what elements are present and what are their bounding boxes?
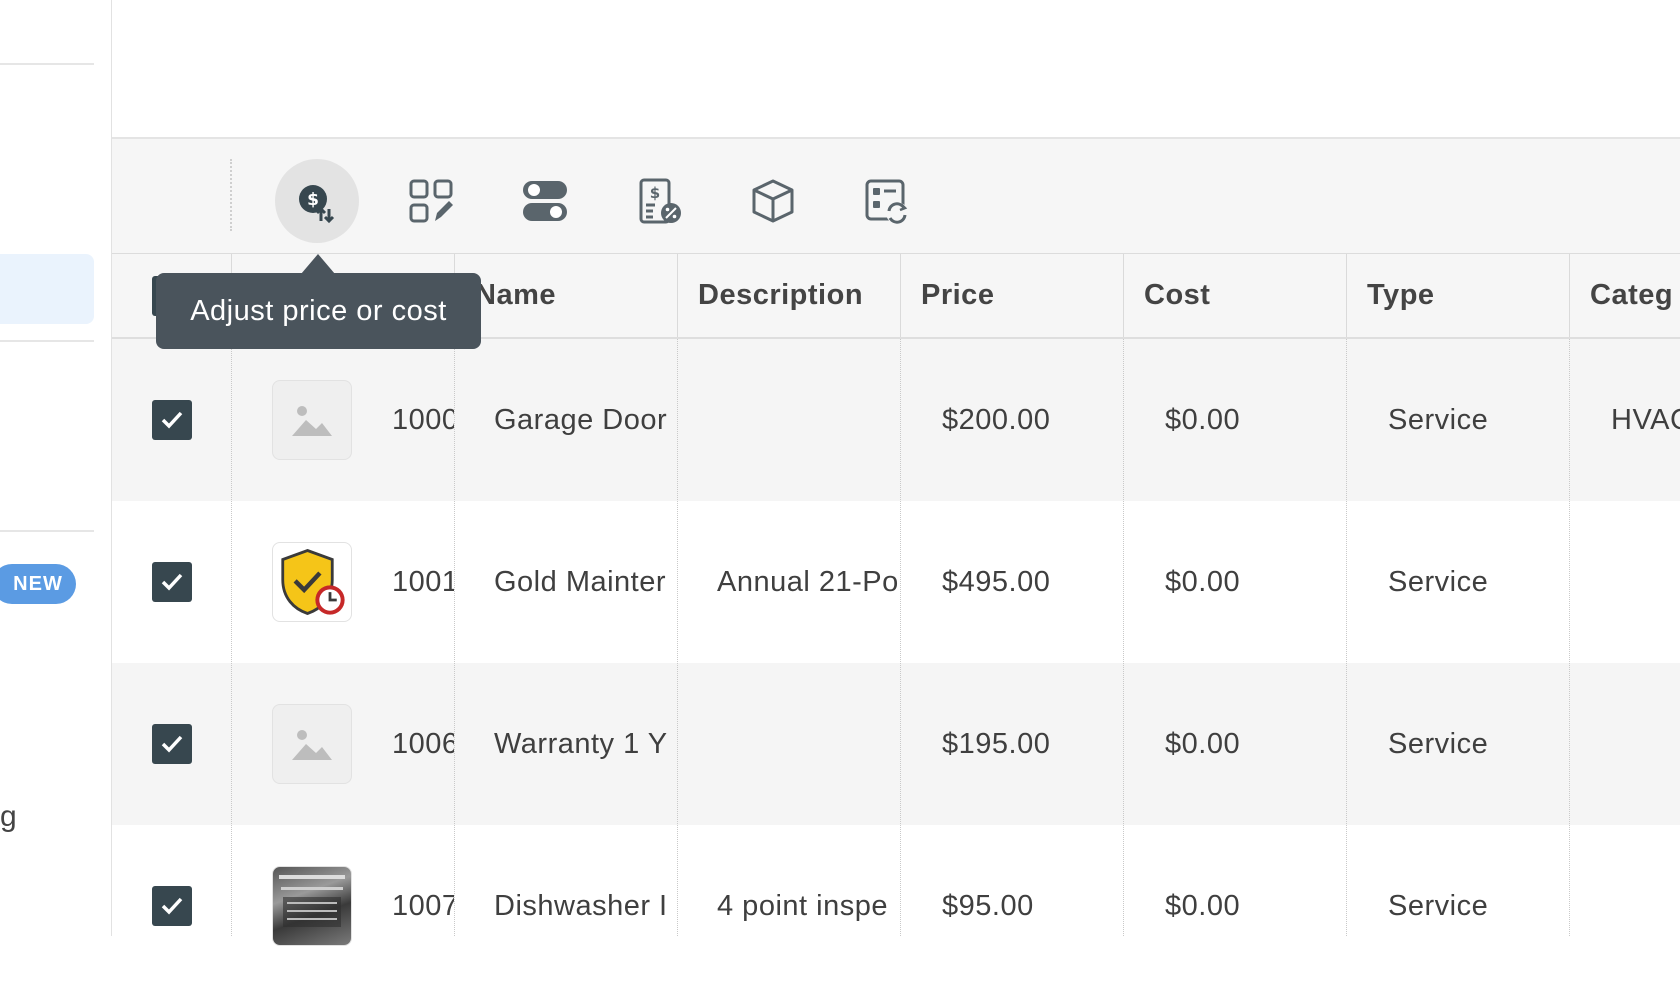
table-row[interactable]: 1001 Gold Mainter Annual 21-Po $495.00 $… <box>112 501 1680 663</box>
adjust-price-icon: $ <box>299 185 335 224</box>
image-placeholder-icon <box>272 380 352 460</box>
item-category <box>1611 663 1680 825</box>
column-divider <box>231 339 232 936</box>
svg-text:$: $ <box>650 184 660 202</box>
item-type: Service <box>1388 889 1489 922</box>
table-row[interactable]: 1007 Dishwasher I 4 point inspe $95.00 $… <box>112 825 1680 987</box>
adjust-price-tooltip: Adjust price or cost <box>156 273 481 349</box>
item-description <box>717 663 900 825</box>
toggle-icon <box>523 181 567 221</box>
item-name: Gold Mainter <box>494 565 667 598</box>
svg-text:$: $ <box>307 190 319 210</box>
column-divider <box>1123 339 1124 936</box>
sidebar-item-active[interactable] <box>0 254 94 324</box>
column-divider <box>1569 339 1570 936</box>
sidebar-divider <box>0 63 94 65</box>
new-badge: NEW <box>0 564 76 604</box>
item-type: Service <box>1388 403 1489 436</box>
image-placeholder-icon <box>272 704 352 784</box>
price-column-header[interactable]: Price <box>900 254 1123 337</box>
grid-edit-icon <box>409 179 453 223</box>
item-description: 4 point inspe <box>717 889 888 922</box>
name-column-header[interactable]: Name <box>454 254 677 337</box>
item-name: Warranty 1 Y <box>494 727 668 760</box>
price-list-button[interactable]: $ <box>617 159 701 243</box>
toggle-status-button[interactable] <box>503 159 587 243</box>
item-number: 1001 <box>392 565 454 598</box>
adjust-price-button[interactable]: $ <box>275 159 359 243</box>
item-price: $200.00 <box>942 403 1051 436</box>
table-row[interactable]: 1006 Warranty 1 Y $195.00 $0.00 Service <box>112 663 1680 825</box>
item-number: 1000 <box>392 403 454 436</box>
item-image <box>272 501 352 663</box>
items-table: Name Description Price Cost Type Categ 1… <box>112 254 1680 987</box>
row-checkbox[interactable] <box>152 501 192 663</box>
inventory-button[interactable] <box>731 159 815 243</box>
item-image <box>272 339 352 501</box>
description-column-header[interactable]: Description <box>677 254 900 337</box>
price-list-percent-icon: $ <box>639 178 681 224</box>
cost-column-header[interactable]: Cost <box>1123 254 1346 337</box>
item-description <box>717 339 900 501</box>
sidebar: NEW g <box>0 0 112 936</box>
sync-list-button[interactable] <box>845 159 929 243</box>
item-cost: $0.00 <box>1165 889 1241 922</box>
table-row[interactable]: 1000 Garage Door $200.00 $0.00 Service H… <box>112 339 1680 501</box>
item-name: Garage Door <box>494 403 668 436</box>
item-category <box>1611 825 1680 987</box>
item-cost: $0.00 <box>1165 403 1241 436</box>
item-cost: $0.00 <box>1165 565 1241 598</box>
dishwasher-photo <box>272 866 352 946</box>
sidebar-divider <box>0 340 94 342</box>
page-header <box>112 0 1680 139</box>
bulk-edit-button[interactable] <box>389 159 473 243</box>
row-checkbox[interactable] <box>152 825 192 987</box>
column-divider <box>900 339 901 936</box>
item-category <box>1611 501 1680 663</box>
bulk-action-toolbar: $ $ <box>112 139 1680 254</box>
type-column-header[interactable]: Type <box>1346 254 1569 337</box>
item-image <box>272 825 352 987</box>
item-price: $195.00 <box>942 727 1051 760</box>
item-cost: $0.00 <box>1165 727 1241 760</box>
item-category: HVAC <box>1611 403 1680 436</box>
item-number: 1006 <box>392 727 454 760</box>
item-image <box>272 663 352 825</box>
row-checkbox[interactable] <box>152 339 192 501</box>
tooltip-arrow <box>301 254 335 274</box>
toolbar-divider <box>230 159 232 231</box>
list-sync-icon <box>865 179 908 224</box>
item-price: $95.00 <box>942 889 1034 922</box>
column-divider <box>454 339 455 936</box>
item-type: Service <box>1388 727 1489 760</box>
shield-clock-icon <box>272 542 352 622</box>
sidebar-divider <box>0 530 94 532</box>
category-column-header[interactable]: Categ <box>1569 254 1680 337</box>
row-checkbox[interactable] <box>152 663 192 825</box>
sidebar-item-label[interactable]: g <box>0 800 17 834</box>
column-divider <box>677 339 678 936</box>
item-description: Annual 21-Po <box>717 565 899 598</box>
item-name: Dishwasher I <box>494 889 668 922</box>
box-icon <box>752 179 794 223</box>
item-price: $495.00 <box>942 565 1051 598</box>
column-divider <box>1346 339 1347 936</box>
item-number: 1007 <box>392 889 454 922</box>
item-type: Service <box>1388 565 1489 598</box>
